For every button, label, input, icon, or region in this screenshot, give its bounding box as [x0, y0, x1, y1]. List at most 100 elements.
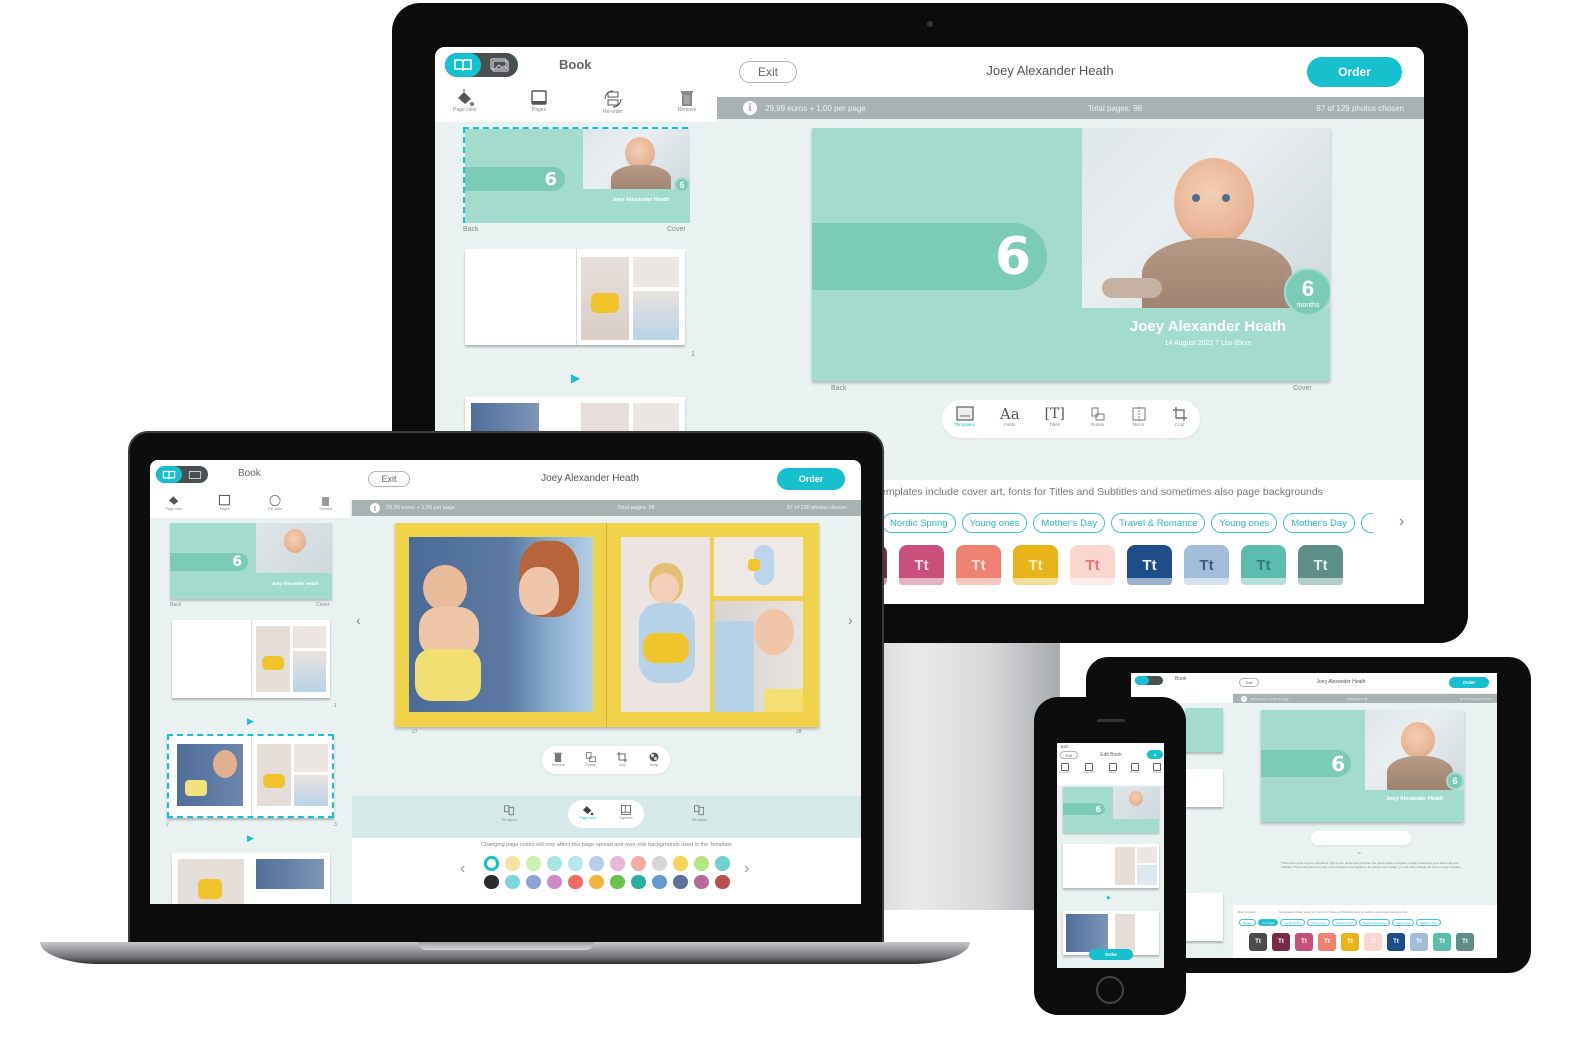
order-button[interactable]: Order — [777, 468, 845, 490]
page-color-swatch[interactable] — [694, 856, 709, 871]
phone-tool[interactable]: Re-order — [1130, 763, 1140, 774]
template-swatch[interactable]: Tt — [1295, 933, 1313, 951]
template-chip[interactable]: Nordic Spring — [1280, 919, 1306, 926]
cover-thumb-selected[interactable]: 6 6 Joey Alexander Heath — [463, 127, 690, 223]
photos-toggle[interactable]: ▲ — [1147, 750, 1163, 759]
page-color-swatch[interactable] — [505, 856, 520, 871]
remove-tool[interactable]: Remove — [663, 89, 711, 121]
template-swatch[interactable]: Tt — [1070, 545, 1115, 585]
mode-toggle[interactable] — [445, 53, 518, 77]
phone-tool[interactable]: Remove — [1153, 763, 1162, 774]
chevron-right-icon[interactable]: › — [848, 612, 853, 628]
template-swatch[interactable]: Tt — [1456, 933, 1474, 951]
page-color-swatch-selected[interactable] — [484, 856, 499, 871]
template-swatch[interactable]: Tt — [1249, 933, 1267, 951]
spread-photo[interactable] — [714, 601, 803, 712]
template-chip[interactable]: Modern — [1239, 919, 1257, 926]
exit-button[interactable]: Exit — [1060, 751, 1078, 759]
page-color-tool[interactable]: Page color — [441, 89, 489, 121]
template-swatch[interactable]: Tt — [1318, 933, 1336, 951]
book-mode-button[interactable] — [445, 53, 481, 77]
cover-thumb[interactable]: 6 Joey Alexander Heath — [170, 523, 332, 599]
page-color-swatch[interactable] — [673, 856, 688, 871]
phone-tool[interactable]: Pages — [1108, 763, 1117, 774]
template-chip[interactable]: Pop Style — [1258, 919, 1279, 926]
page-color-swatch[interactable] — [652, 856, 667, 871]
page-color-swatch[interactable] — [610, 874, 625, 889]
template-chip[interactable]: Young ones — [1307, 919, 1331, 926]
page-color-swatch[interactable] — [505, 874, 520, 889]
template-chip[interactable]: Travel & Romance — [1111, 513, 1206, 533]
template-swatch[interactable]: Tt — [1364, 933, 1382, 951]
template-swatch[interactable]: Tt — [1298, 545, 1343, 585]
template-chip[interactable]: Young ones — [1391, 919, 1415, 926]
template-chip[interactable]: Travel & Romance — [1358, 919, 1390, 926]
page-color-swatch[interactable] — [526, 874, 541, 889]
page-color-swatch[interactable] — [547, 856, 562, 871]
chevron-left-icon[interactable]: ‹ — [460, 860, 465, 878]
photo-spread[interactable] — [395, 523, 819, 727]
template-swatch[interactable]: Tt — [1410, 933, 1428, 951]
page-color-swatch[interactable] — [589, 874, 604, 889]
template-swatch[interactable]: Tt — [1241, 545, 1286, 585]
cover-spread[interactable]: 6 6 Joey Alexander Heath — [1261, 710, 1464, 822]
page-color-swatch[interactable] — [568, 874, 583, 889]
template-swatch[interactable]: Tt — [899, 545, 944, 585]
page-color-swatch[interactable] — [547, 874, 562, 889]
pages-tool[interactable]: Pages — [515, 89, 563, 121]
template-chip[interactable]: Nordic Spring — [882, 513, 956, 533]
home-button[interactable] — [1096, 976, 1124, 1004]
template-chip[interactable]: Mother's Day — [1283, 513, 1355, 533]
template-swatch[interactable]: Tt — [1387, 933, 1405, 951]
front-page[interactable]: 6 months Joey Alexander Heath 14 August … — [1082, 128, 1330, 381]
fonts-tool[interactable]: Aa Fonts — [1000, 406, 1020, 427]
page-color-tool[interactable]: Page color — [579, 804, 596, 828]
cover-thumb[interactable]: 6 — [1063, 787, 1159, 833]
captions-tool[interactable]: Captions — [619, 804, 633, 828]
titles-tool[interactable]: [T] Titles — [1045, 406, 1065, 427]
template-swatch[interactable]: Tt — [956, 545, 1001, 585]
mirror-tool[interactable]: Mirror — [1131, 406, 1147, 427]
cover-title[interactable]: Joey Alexander Heath — [1082, 318, 1330, 335]
page-color-swatch[interactable] — [526, 856, 541, 871]
phone-tool[interactable]: Page color — [1084, 763, 1095, 774]
chevron-right-icon[interactable]: › — [1399, 513, 1404, 531]
template-chip[interactable]: Young ones — [961, 513, 1028, 533]
mode-toggle[interactable] — [156, 466, 208, 483]
order-button[interactable]: Order — [1307, 57, 1402, 87]
page-thumb[interactable] — [172, 853, 330, 904]
template-swatch[interactable]: Tt — [1184, 545, 1229, 585]
template-swatch[interactable]: Tt — [1272, 933, 1290, 951]
page-color-swatch[interactable] — [610, 856, 625, 871]
page-color-swatch[interactable] — [631, 874, 646, 889]
exit-button[interactable]: Exit — [739, 61, 797, 83]
page-color-swatch[interactable] — [484, 874, 499, 889]
insert-page-icon[interactable]: ▶ — [247, 716, 254, 727]
page-color-swatch[interactable] — [715, 856, 730, 871]
page-color-swatch[interactable] — [631, 856, 646, 871]
spread-photo[interactable] — [714, 537, 803, 596]
reorder-tool[interactable]: Re-order — [589, 89, 637, 121]
cover-subtitle[interactable]: 14 August 2022 7 Lbs 85cm — [1082, 340, 1330, 347]
page-color-swatch[interactable] — [715, 874, 730, 889]
spread-photo[interactable] — [409, 537, 593, 712]
insert-page-icon[interactable]: ▶ — [247, 833, 254, 844]
page-color-swatch[interactable] — [652, 874, 667, 889]
phone-tool[interactable]: Templates — [1059, 763, 1070, 774]
back-page[interactable]: 6 — [812, 128, 1082, 381]
exit-button[interactable]: Exit — [368, 471, 410, 487]
template-swatch[interactable]: Tt — [1127, 545, 1172, 585]
template-chip[interactable]: Mother's Day — [1416, 919, 1441, 926]
page-color-swatch[interactable] — [673, 874, 688, 889]
template-swatch[interactable]: Tt — [1433, 933, 1451, 951]
insert-page-icon[interactable]: ▶ — [571, 371, 580, 385]
cover-spread[interactable]: 6 6 months Joey Alexander Heath 14 Augus… — [812, 128, 1330, 381]
template-chip[interactable]: Young ones — [1211, 513, 1278, 533]
page-thumb[interactable] — [465, 249, 685, 345]
page-color-swatch[interactable] — [589, 856, 604, 871]
template-chip[interactable]: Mother's Day — [1332, 919, 1357, 926]
chevron-left-icon[interactable]: ‹ — [356, 612, 361, 628]
order-button[interactable]: Order — [1089, 949, 1133, 960]
chevron-right-icon[interactable]: › — [744, 860, 749, 878]
page-thumb[interactable] — [172, 620, 330, 698]
